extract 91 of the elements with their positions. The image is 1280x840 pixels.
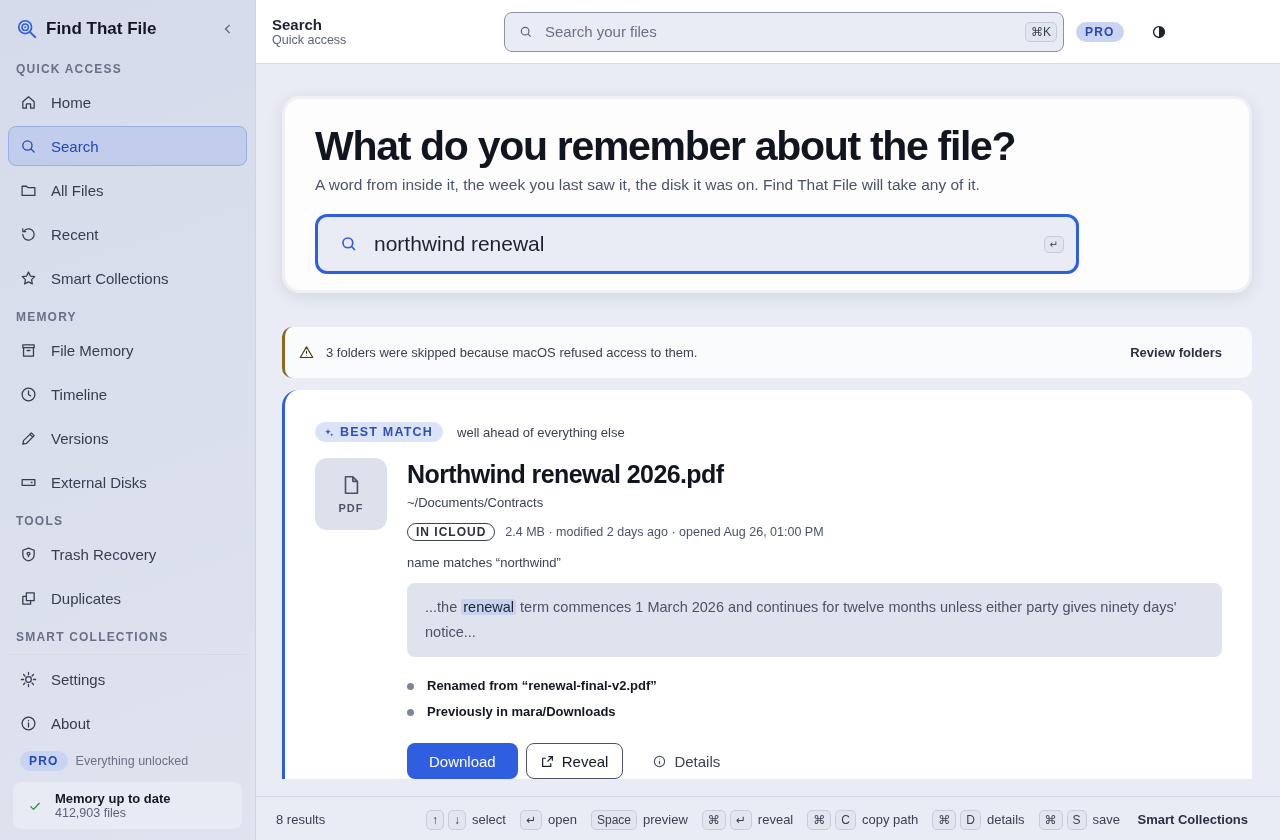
file-type: PDF	[338, 502, 364, 514]
section-heading: TOOLS	[15, 513, 65, 530]
section-heading: QUICK ACCESS	[15, 61, 123, 78]
app-name: Find That File	[46, 19, 158, 39]
shortcut-label: open	[548, 812, 577, 827]
nav-item[interactable]: Versions	[8, 418, 247, 458]
history-icon	[20, 225, 37, 243]
key-cap: ↵	[729, 809, 752, 830]
nav-item[interactable]: Trash Recovery	[8, 534, 247, 574]
section-heading: SMART COLLECTIONS	[8, 620, 247, 655]
plan-badge: PRO	[20, 751, 68, 771]
copy-icon	[20, 589, 37, 607]
nav-item[interactable]: Timeline	[8, 374, 247, 414]
shortcut-label: preview	[643, 812, 688, 827]
status-title: Memory up to date	[55, 791, 171, 806]
match-reason: name matches “northwind”	[407, 555, 562, 570]
timeline-dot	[407, 708, 414, 716]
history-entry: Renamed from “renewal-final-v2.pdf”	[427, 677, 657, 695]
key-cap: ↵	[519, 809, 543, 830]
enter-key: ↵	[1043, 235, 1064, 253]
page-subtitle: Quick access	[272, 33, 348, 47]
contrast-icon[interactable]	[1151, 24, 1166, 39]
nav-item[interactable]: All Files	[8, 170, 247, 210]
reveal-button[interactable]: Reveal	[525, 743, 624, 779]
shortcut-key: ⌘K	[1025, 21, 1057, 42]
logo-icon	[16, 18, 38, 40]
result-count: 8 results	[276, 812, 327, 827]
query-input[interactable]: northwind renewal	[372, 231, 1030, 257]
hero-heading: What do you remember about the file?	[315, 123, 1017, 170]
pencil-icon	[20, 429, 37, 447]
key-cap: ⌘	[701, 809, 726, 830]
history-entry: Previously in mara/Downloads	[427, 703, 616, 721]
key-cap: C	[835, 809, 856, 830]
shortcut-label: select	[472, 812, 506, 827]
download-button[interactable]: Download	[407, 743, 518, 779]
external-link-icon	[540, 754, 554, 768]
key-cap: ⌘	[932, 809, 957, 830]
search-icon	[340, 235, 358, 253]
nav-item[interactable]: Duplicates	[8, 578, 247, 618]
home-icon	[20, 93, 37, 111]
nav-item[interactable]: Settings	[8, 659, 247, 699]
plan-note: Everything unlocked	[75, 754, 189, 768]
search-input[interactable]: Search your files	[543, 22, 1015, 41]
details-button[interactable]: Details	[631, 743, 743, 779]
key-cap: ↑	[426, 809, 444, 830]
info-icon	[653, 754, 667, 768]
status-subtitle: 412,903 files	[55, 806, 127, 820]
key-cap: D	[960, 809, 981, 830]
file-name[interactable]: Northwind renewal 2026.pdf	[407, 460, 1222, 489]
file-meta: 2.4 MB · modified 2 days ago · opened Aug 26, 01:00 PM	[505, 525, 824, 539]
nav-item[interactable]: Search	[8, 126, 247, 166]
shortcut-label: save	[1092, 812, 1121, 827]
search-icon	[519, 24, 533, 39]
smart-collections-link[interactable]: Smart Collections	[1137, 812, 1248, 827]
settings-icon	[20, 670, 37, 688]
search-field[interactable]: Search your files ⌘K	[504, 11, 1064, 52]
warning-text: 3 folders were skipped because macOS refused access to them.	[326, 345, 699, 360]
info-icon	[20, 714, 37, 732]
star-icon	[20, 269, 37, 287]
shortcut-label: details	[987, 812, 1025, 827]
file-path: ~/Documents/Contracts	[407, 495, 545, 510]
sparkle-icon	[325, 427, 334, 437]
pro-badge: PRO	[1076, 21, 1124, 42]
nav-item[interactable]: Recent	[8, 214, 247, 254]
nav-item[interactable]: Smart Collections	[8, 258, 247, 298]
shortcut-label: copy path	[861, 812, 919, 827]
nav-item[interactable]: External Disks	[8, 462, 247, 502]
timeline-dot	[407, 682, 414, 690]
page-title: Search	[272, 16, 324, 33]
shield-icon	[20, 545, 37, 563]
review-folders-button[interactable]: Review folders	[1124, 344, 1228, 361]
badge-note: well ahead of everything else	[457, 424, 625, 440]
nav-item[interactable]: About	[8, 703, 247, 743]
archive-icon	[20, 341, 37, 359]
key-cap: ↓	[448, 809, 466, 830]
nav-item[interactable]: File Memory	[8, 330, 247, 370]
key-cap: Space	[590, 809, 637, 830]
text-snippet: ...the renewal term commences 1 March 2026 and continues for twelve months unless either party gives ninety days' notice...	[407, 583, 1222, 657]
shortcut-label: reveal	[757, 812, 794, 827]
warning-icon	[299, 345, 314, 360]
section-heading: MEMORY	[15, 309, 78, 326]
key-cap: ⌘	[1038, 809, 1063, 830]
clock-icon	[20, 385, 37, 403]
search-icon	[20, 137, 37, 155]
best-match-badge: BEST MATCH	[315, 422, 443, 442]
collapse-icon[interactable]	[223, 23, 233, 35]
key-cap: S	[1066, 809, 1087, 830]
hero-text: A word from inside it, the week you last saw it, the disk it was on. Find That File will take any of it.	[315, 176, 981, 194]
nav-item[interactable]: Home	[8, 82, 247, 122]
query-field[interactable]: northwind renewal ↵	[315, 214, 1079, 274]
key-cap: ⌘	[807, 809, 832, 830]
